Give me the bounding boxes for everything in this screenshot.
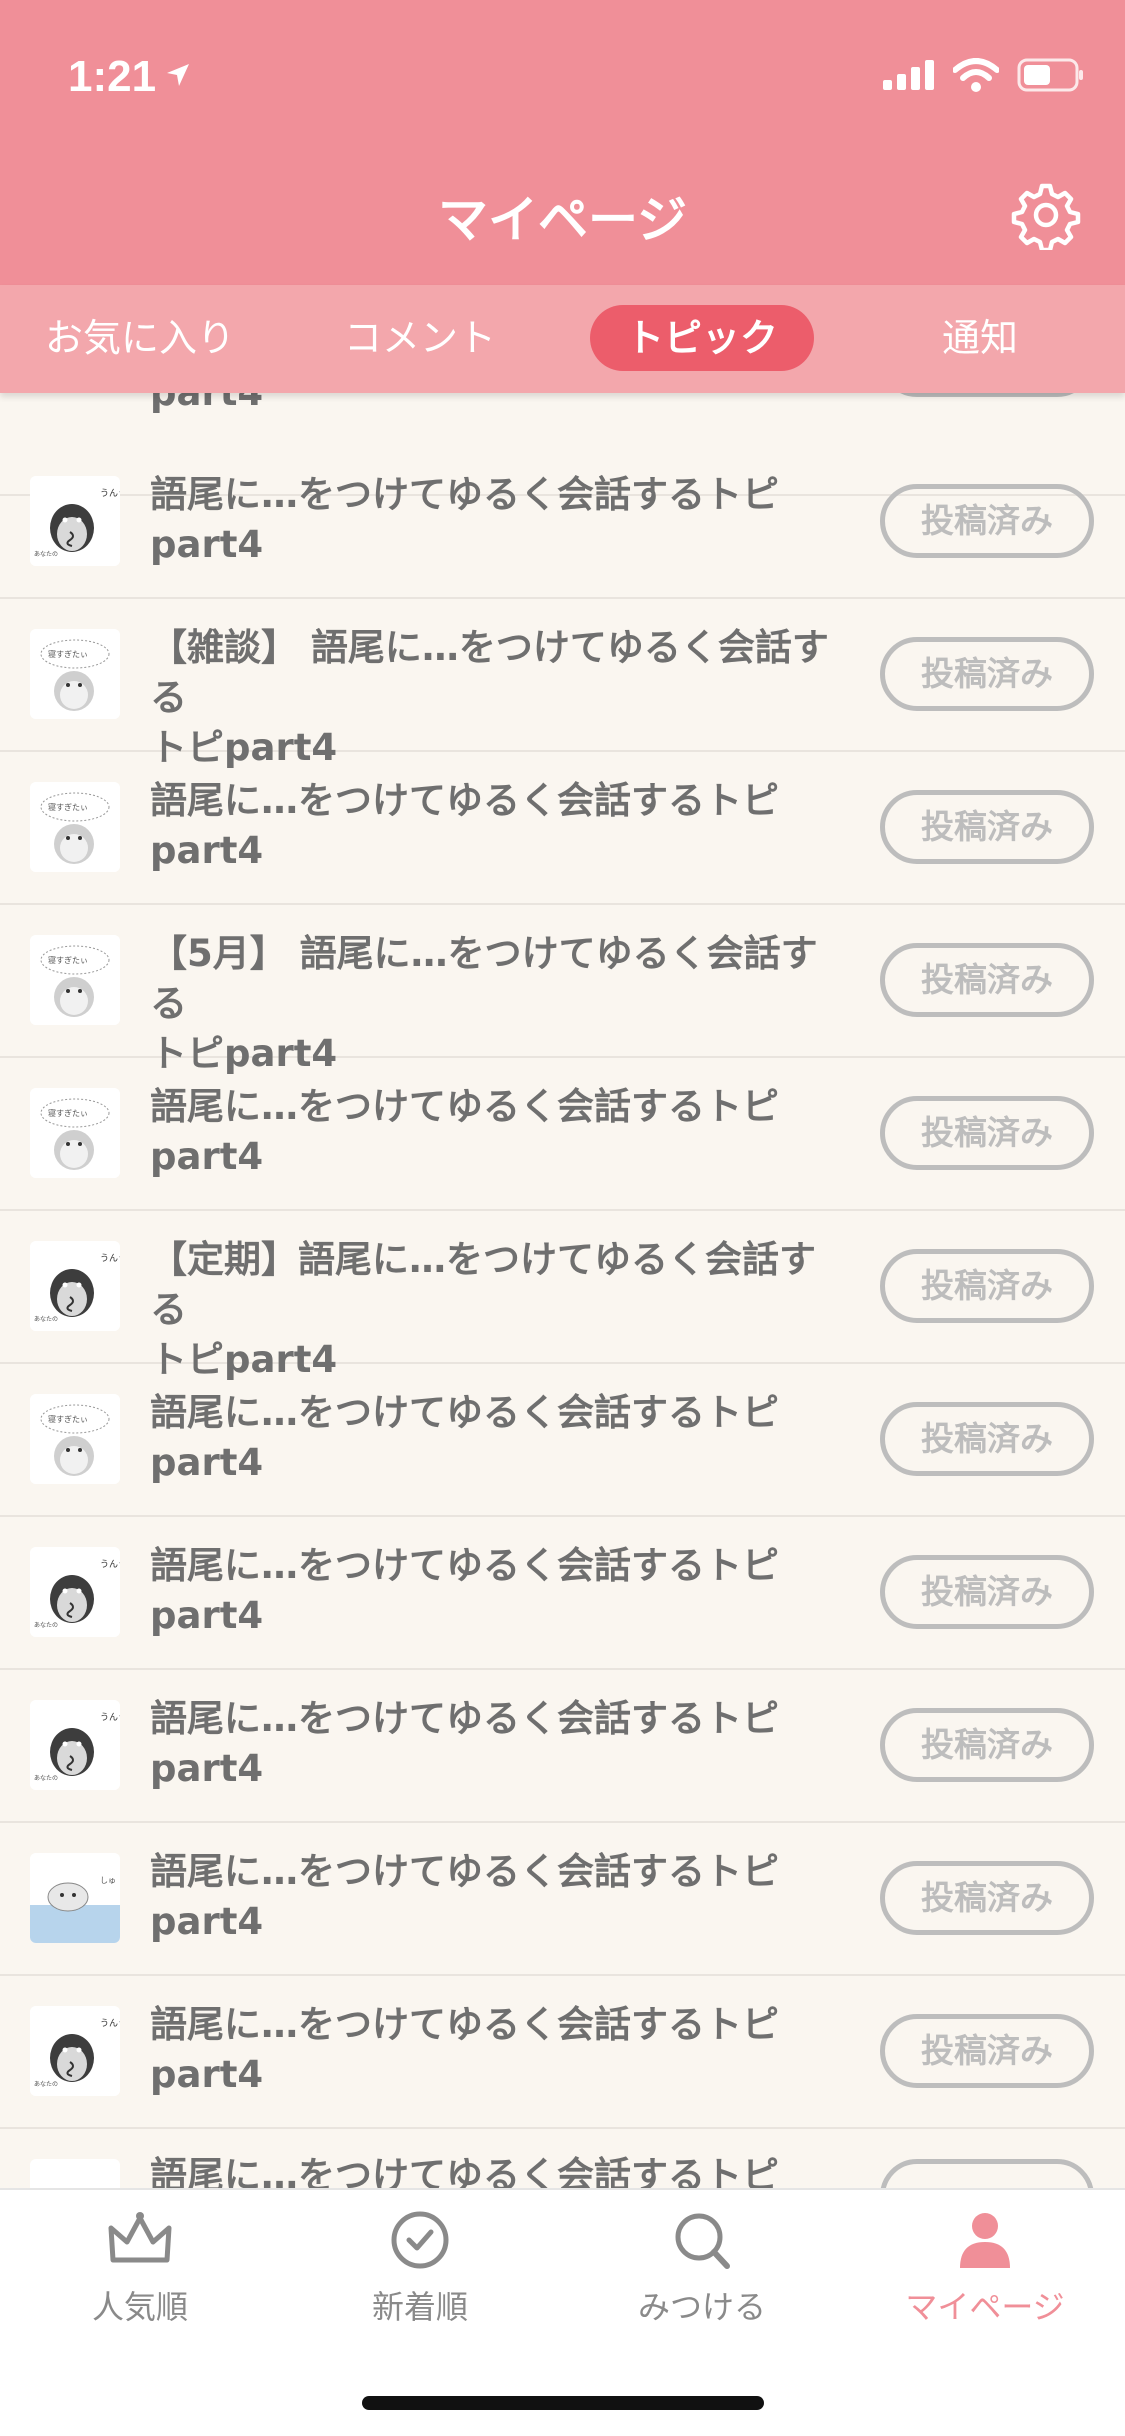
segment-tabbar: お気に入り コメント トピック 通知	[0, 285, 1125, 393]
gear-icon[interactable]	[1011, 180, 1081, 250]
list-item[interactable]: うんうんあなたの【定期】語尾に…をつけてゆるく会話する トピpart4投稿済み	[0, 1211, 1125, 1381]
crown-icon	[108, 2212, 172, 2263]
list-item[interactable]: 寝すぎたぃ 【5月】 語尾に…をつけてゆるく会話する トピpart4 投稿済み	[0, 905, 1125, 1075]
svg-text:あなたの: あなたの	[34, 551, 58, 558]
location-arrow-icon	[167, 64, 189, 86]
list-item[interactable]: 語尾に…をつけてゆるく会話するトピ	[0, 2131, 1125, 2188]
topic-title: 語尾に…をつけてゆるく会話するトピ	[150, 2154, 779, 2188]
app-header: 1:21 マイページ	[0, 0, 1125, 285]
topic-thumbnail: うんうんあなたの	[30, 2006, 120, 2096]
status-indicators	[883, 58, 1085, 92]
svg-text:寝すぎたぃ: 寝すぎたぃ	[48, 1414, 88, 1424]
topic-title: 【定期】語尾に…をつけてゆるく会話する トピpart4	[150, 1238, 816, 1381]
posted-status-button[interactable]	[880, 393, 1094, 397]
search-icon	[675, 2213, 730, 2269]
bottom-tab-bar: 人気順 新着順 みつける マイページ	[0, 2188, 1125, 2436]
posted-status-button[interactable]: 投稿済み	[880, 2014, 1094, 2088]
topic-title: 語尾に…をつけてゆるく会話するトピ part4	[150, 2003, 779, 2096]
topic-title: 語尾に…をつけてゆるく会話するトピ part4	[150, 1850, 779, 1943]
svg-text:うんうん: うんうん	[100, 1712, 120, 1723]
topic-title: 語尾に…をつけてゆるく会話するトピ part4	[150, 1391, 779, 1484]
svg-text:うんうん: うんうん	[100, 1253, 120, 1264]
nav-newest[interactable]: 新着順	[320, 2210, 520, 2328]
posted-status-button[interactable]: 投稿済み	[880, 637, 1094, 711]
svg-text:寝すぎたぃ: 寝すぎたぃ	[48, 802, 88, 812]
svg-text:寝すぎたぃ: 寝すぎたぃ	[48, 955, 88, 965]
topic-thumbnail: うんうんあなたの	[30, 1547, 120, 1637]
posted-status-button[interactable]: 投稿済み	[880, 1861, 1094, 1935]
svg-text:寝すぎたぃ: 寝すぎたぃ	[48, 1108, 88, 1118]
svg-text:うんうん: うんうん	[100, 488, 120, 499]
posted-status-button[interactable]: 投稿済み	[880, 1096, 1094, 1170]
list-item[interactable]: 寝すぎたぃ 語尾に…をつけてゆるく会話するトピ part4 投稿済み	[0, 1364, 1125, 1517]
list-item[interactable]: うんうんあなたの語尾に…をつけてゆるく会話するトピ part4投稿済み	[0, 1517, 1125, 1670]
home-indicator	[362, 2396, 764, 2410]
posted-status-button[interactable]: 投稿済み	[880, 484, 1094, 558]
topic-title: 語尾に…をつけてゆるく会話するトピ part4	[150, 779, 779, 872]
nav-label: みつける	[637, 2288, 766, 2326]
tab-topics[interactable]: トピック	[590, 305, 814, 371]
list-item[interactable]: しゅ 語尾に…をつけてゆるく会話するトピ part4 投稿済み	[0, 1823, 1125, 1976]
topic-title: 語尾に…をつけてゆるく会話するトピ part4	[150, 1697, 779, 1790]
topic-title: part4	[150, 393, 850, 418]
svg-text:あなたの: あなたの	[34, 1775, 58, 1782]
tab-notifications[interactable]: 通知	[890, 305, 1070, 371]
posted-status-button[interactable]: 投稿済み	[880, 1708, 1094, 1782]
nav-discover[interactable]: みつける	[602, 2210, 802, 2328]
topic-thumbnail: 寝すぎたぃ	[30, 629, 120, 719]
topic-title: 語尾に…をつけてゆるく会話するトピ part4	[150, 1544, 779, 1637]
status-time: 1:21	[68, 52, 157, 101]
topic-thumbnail: しゅ	[30, 1853, 120, 1943]
svg-text:あなたの: あなたの	[34, 1316, 58, 1323]
nav-label: 新着順	[371, 2288, 468, 2326]
list-item[interactable]: うんうんあなたの 語尾に…をつけてゆるく会話するトピ part4 投稿済み	[0, 1976, 1125, 2129]
topic-list[interactable]: part4 うんうんあなたの 語尾に…をつけてゆるく会話するトピ part4投稿…	[0, 393, 1125, 2188]
page-title: マイページ	[438, 191, 687, 249]
topic-title: 語尾に…をつけてゆるく会話するトピ part4	[150, 473, 779, 566]
topic-title: 【雑談】 語尾に…をつけてゆるく会話する トピpart4	[150, 626, 829, 769]
clock-icon	[391, 2211, 449, 2269]
nav-mypage[interactable]: マイページ	[885, 2210, 1085, 2328]
signal-icon	[883, 60, 934, 90]
person-icon	[960, 2213, 1010, 2268]
topic-thumbnail: 寝すぎたぃ	[30, 1088, 120, 1178]
posted-status-button[interactable]: 投稿済み	[880, 790, 1094, 864]
tab-favorites[interactable]: お気に入り	[40, 305, 240, 371]
posted-status-button[interactable]: 投稿済み	[880, 1402, 1094, 1476]
topic-title: 語尾に…をつけてゆるく会話するトピ part4	[150, 1085, 779, 1178]
list-item[interactable]: うんうんあなたの 語尾に…をつけてゆるく会話するトピ part4 投稿済み	[0, 446, 1125, 599]
wifi-icon	[953, 58, 999, 92]
topic-thumbnail: うんうんあなたの	[30, 476, 120, 566]
list-item[interactable]: うんうんあなたの語尾に…をつけてゆるく会話するトピ part4投稿済み	[0, 1670, 1125, 1823]
svg-text:しゅ: しゅ	[100, 1876, 116, 1885]
nav-label: 人気順	[91, 2288, 188, 2326]
posted-status-button[interactable]: 投稿済み	[880, 943, 1094, 1017]
topic-thumbnail: うんうんあなたの	[30, 1700, 120, 1790]
topic-thumbnail	[30, 2159, 120, 2188]
svg-text:寝すぎたぃ: 寝すぎたぃ	[48, 649, 88, 659]
svg-text:うんうん: うんうん	[100, 2018, 120, 2029]
battery-icon	[1017, 58, 1083, 92]
tab-comments[interactable]: コメント	[320, 305, 520, 371]
list-item[interactable]: 寝すぎたぃ 語尾に…をつけてゆるく会話するトピ part4 投稿済み	[0, 752, 1125, 905]
topic-thumbnail: 寝すぎたぃ	[30, 935, 120, 1025]
svg-text:うんうん: うんうん	[100, 1559, 120, 1570]
list-item[interactable]: 寝すぎたぃ 語尾に…をつけてゆるく会話するトピ part4 投稿済み	[0, 1058, 1125, 1211]
topic-thumbnail: うんうんあなたの	[30, 1241, 120, 1331]
posted-status-button[interactable]: 投稿済み	[880, 1555, 1094, 1629]
topic-thumbnail: 寝すぎたぃ	[30, 782, 120, 872]
posted-status-button[interactable]	[880, 2159, 1094, 2188]
svg-text:あなたの: あなたの	[34, 1622, 58, 1629]
nav-label: マイページ	[905, 2288, 1065, 2326]
nav-popular[interactable]: 人気順	[40, 2210, 240, 2328]
svg-text:あなたの: あなたの	[34, 2081, 58, 2088]
list-item[interactable]: 寝すぎたぃ 【雑談】 語尾に…をつけてゆるく会話する トピpart4 投稿済み	[0, 599, 1125, 769]
topic-thumbnail: 寝すぎたぃ	[30, 1394, 120, 1484]
topic-title: 【5月】 語尾に…をつけてゆるく会話する トピpart4	[150, 932, 818, 1075]
posted-status-button[interactable]: 投稿済み	[880, 1249, 1094, 1323]
